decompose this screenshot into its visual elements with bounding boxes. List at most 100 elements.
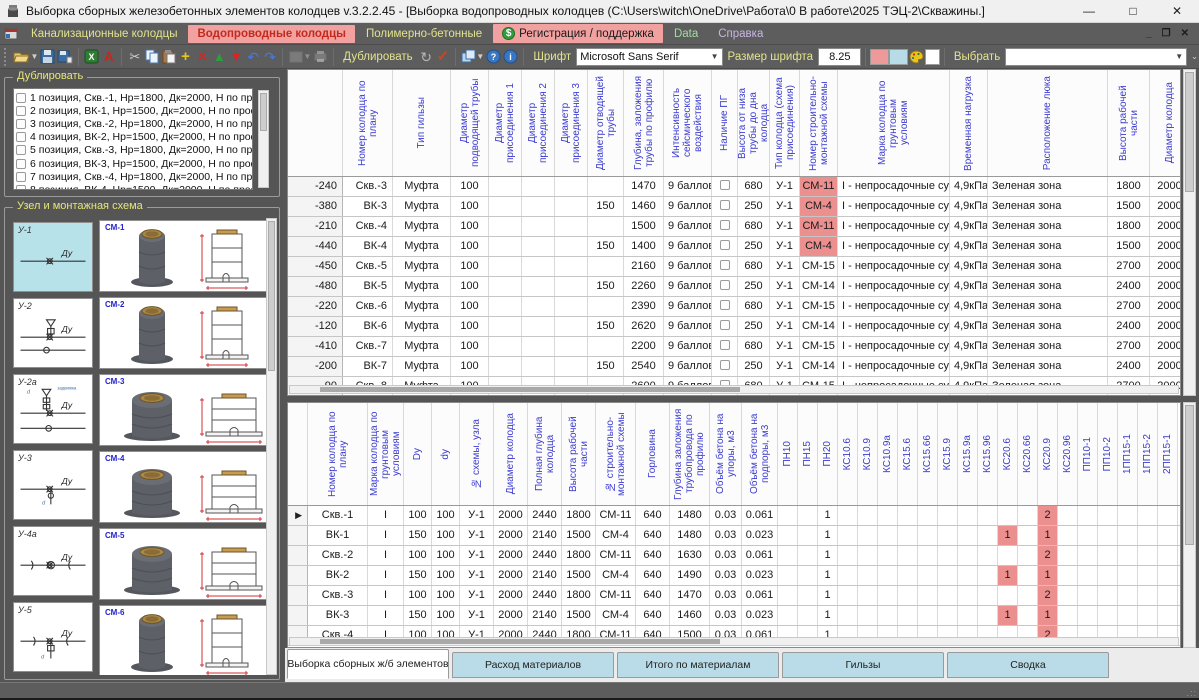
- cell[interactable]: [522, 217, 555, 236]
- layers-dropdown[interactable]: ▼: [476, 52, 484, 61]
- cell[interactable]: [489, 277, 522, 296]
- column-header[interactable]: Тип гильзы: [393, 70, 451, 176]
- cell[interactable]: 2000: [494, 566, 528, 585]
- cell[interactable]: 1500: [562, 566, 596, 585]
- cell[interactable]: 150: [588, 237, 624, 256]
- row-header[interactable]: -440: [288, 237, 343, 256]
- cell[interactable]: Скв.-6: [343, 297, 393, 316]
- accent-color-swatch[interactable]: [870, 49, 889, 65]
- cell[interactable]: [1158, 606, 1178, 625]
- cell[interactable]: [858, 546, 878, 565]
- cell[interactable]: У-1: [770, 257, 800, 276]
- column-header[interactable]: Временная нагрузка: [950, 70, 988, 176]
- column-header[interactable]: Интенсивность сейсмического воздействия: [664, 70, 712, 176]
- cell[interactable]: 100: [432, 546, 460, 565]
- cell[interactable]: 1: [818, 526, 838, 545]
- cell[interactable]: [1018, 586, 1038, 605]
- cell[interactable]: 100: [451, 197, 489, 216]
- cell[interactable]: [555, 357, 588, 376]
- cell[interactable]: [1058, 566, 1078, 585]
- row-header[interactable]: -380: [288, 197, 343, 216]
- cell[interactable]: СМ-11: [596, 506, 636, 525]
- cell[interactable]: 2700: [1108, 297, 1150, 316]
- cell[interactable]: 2000: [494, 546, 528, 565]
- cell[interactable]: Зеленая зона: [988, 357, 1108, 376]
- cell[interactable]: I - непросадочные сухи...: [838, 277, 950, 296]
- cell[interactable]: [918, 586, 938, 605]
- column-header[interactable]: № схемы, узла: [460, 403, 494, 505]
- column-header[interactable]: КС15.9а: [958, 403, 978, 505]
- cell[interactable]: 100: [451, 317, 489, 336]
- cell[interactable]: Скв.-2: [308, 546, 368, 565]
- cell[interactable]: [918, 526, 938, 545]
- cell[interactable]: 2000: [1150, 237, 1181, 256]
- cell[interactable]: Муфта: [393, 317, 451, 336]
- cell[interactable]: 2000: [1150, 317, 1181, 336]
- column-header[interactable]: [288, 403, 308, 505]
- print-icon[interactable]: [313, 48, 328, 66]
- cell[interactable]: СМ-15: [800, 337, 838, 356]
- minimize-button[interactable]: —: [1067, 0, 1111, 22]
- cell[interactable]: 4,9кПа: [950, 177, 988, 196]
- cell[interactable]: I: [368, 506, 404, 525]
- cell[interactable]: [1138, 566, 1158, 585]
- row-header[interactable]: [288, 606, 308, 625]
- cell[interactable]: [878, 526, 898, 545]
- cell[interactable]: 640: [636, 586, 670, 605]
- cell[interactable]: [712, 337, 738, 356]
- cell[interactable]: 1480: [670, 506, 710, 525]
- cell[interactable]: 2000: [1150, 357, 1181, 376]
- cell[interactable]: 4,9кПа: [950, 357, 988, 376]
- excel-export-icon[interactable]: X: [84, 48, 99, 66]
- menu-item-3[interactable]: Полимерно-бетонные: [357, 25, 491, 43]
- cell[interactable]: [978, 526, 998, 545]
- cell[interactable]: [489, 337, 522, 356]
- menu-item-4[interactable]: $Регистрация / поддержка: [493, 24, 663, 43]
- save-icon[interactable]: [40, 48, 55, 66]
- cell[interactable]: [958, 586, 978, 605]
- cell[interactable]: 1: [998, 566, 1018, 585]
- cell[interactable]: [798, 566, 818, 585]
- cell[interactable]: [838, 526, 858, 545]
- secondary-color-swatch[interactable]: [889, 49, 908, 65]
- cell[interactable]: [1118, 586, 1138, 605]
- column-header[interactable]: КС20.6: [998, 403, 1018, 505]
- refresh-icon[interactable]: ↻: [419, 48, 434, 66]
- info-icon[interactable]: i: [503, 48, 518, 66]
- cell[interactable]: [555, 217, 588, 236]
- cell[interactable]: [1158, 546, 1178, 565]
- cell[interactable]: [489, 177, 522, 196]
- cell[interactable]: ВК-3: [343, 197, 393, 216]
- row-header[interactable]: [288, 566, 308, 585]
- cell[interactable]: 9 баллов: [664, 257, 712, 276]
- cell[interactable]: 2000: [1150, 337, 1181, 356]
- cell[interactable]: [522, 237, 555, 256]
- cell[interactable]: [1098, 546, 1118, 565]
- cell[interactable]: [1018, 526, 1038, 545]
- cell[interactable]: [522, 277, 555, 296]
- checkbox-icon[interactable]: [16, 106, 26, 116]
- cell[interactable]: ВК-1: [308, 526, 368, 545]
- column-header[interactable]: Тип колодца (схема присоединения): [770, 70, 800, 176]
- column-header[interactable]: Номер колодца по плану: [343, 70, 393, 176]
- palette-icon[interactable]: [909, 48, 924, 66]
- cell[interactable]: [938, 566, 958, 585]
- row-header[interactable]: [288, 546, 308, 565]
- table-row[interactable]: -240Скв.-3Муфта10014709 баллов680У-1СМ-1…: [288, 177, 1180, 197]
- cell[interactable]: СМ-4: [596, 526, 636, 545]
- cell[interactable]: 1: [1038, 566, 1058, 585]
- cell[interactable]: [938, 586, 958, 605]
- cell[interactable]: СМ-11: [800, 177, 838, 196]
- cell[interactable]: 1470: [670, 586, 710, 605]
- duplicate-list-item[interactable]: 7 позиция, Скв.-4, Нр=1800, Дк=2000, Н п…: [16, 170, 252, 183]
- cell[interactable]: [1078, 606, 1098, 625]
- cell[interactable]: I - непросадочные сухи...: [838, 337, 950, 356]
- cell[interactable]: [778, 526, 798, 545]
- table-row[interactable]: Скв.-3I100100У-1200024401800СМ-116401470…: [288, 586, 1180, 606]
- cell[interactable]: I - непросадочные сухи...: [838, 297, 950, 316]
- cell[interactable]: Скв.-5: [343, 257, 393, 276]
- cell[interactable]: [555, 257, 588, 276]
- cell[interactable]: [998, 586, 1018, 605]
- cell[interactable]: 0.03: [710, 506, 742, 525]
- cell[interactable]: 100: [451, 257, 489, 276]
